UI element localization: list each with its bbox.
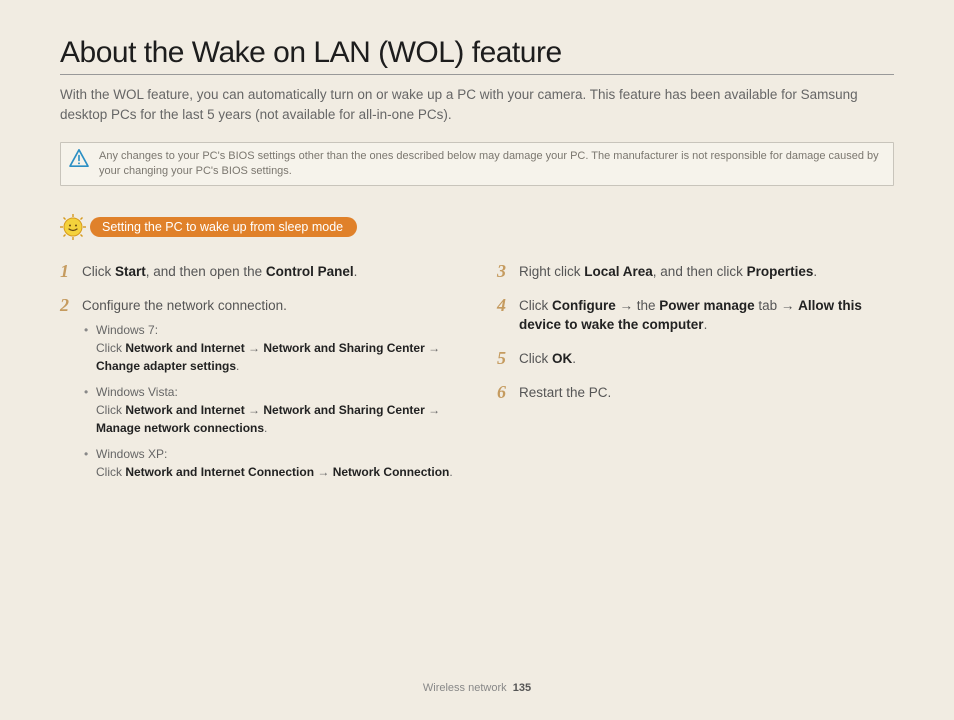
page-footer: Wireless network 135 [0,682,954,694]
footer-page-number: 135 [513,682,531,694]
warning-text: Any changes to your PC's BIOS settings o… [99,149,883,179]
step-text: Right click Local Area, and then click P… [519,262,817,282]
substep-xp: Windows XP: Click Network and Internet C… [82,445,457,481]
sun-icon [60,214,86,240]
footer-section: Wireless network [423,682,507,694]
substep-win7: Windows 7: Click Network and Internet → … [82,321,457,375]
step-number: 1 [60,262,82,282]
step-text: Configure the network connection. Window… [82,296,457,490]
step-2: 2 Configure the network connection. Wind… [60,296,457,490]
step-number: 2 [60,296,82,316]
section-badge-row: Setting the PC to wake up from sleep mod… [60,214,894,240]
section-badge: Setting the PC to wake up from sleep mod… [90,217,357,238]
steps-right-column: 3 Right click Local Area, and then click… [497,262,894,503]
substep-vista: Windows Vista: Click Network and Interne… [82,383,457,437]
step-number: 3 [497,262,519,282]
warning-icon [69,149,89,167]
step-number: 4 [497,296,519,316]
step-3: 3 Right click Local Area, and then click… [497,262,894,282]
warning-callout: Any changes to your PC's BIOS settings o… [60,142,894,186]
steps-left-column: 1 Click Start, and then open the Control… [60,262,457,503]
step-6: 6 Restart the PC. [497,383,894,403]
step-5: 5 Click OK. [497,349,894,369]
intro-text: With the WOL feature, you can automatica… [60,85,894,124]
step-text: Click Configure → the Power manage tab →… [519,296,894,335]
step-text: Restart the PC. [519,383,611,403]
step-number: 6 [497,383,519,403]
step-text: Click Start, and then open the Control P… [82,262,357,282]
step-number: 5 [497,349,519,369]
page-title: About the Wake on LAN (WOL) feature [60,36,894,75]
step-4: 4 Click Configure → the Power manage tab… [497,296,894,335]
step-1: 1 Click Start, and then open the Control… [60,262,457,282]
step-text: Click OK. [519,349,576,369]
